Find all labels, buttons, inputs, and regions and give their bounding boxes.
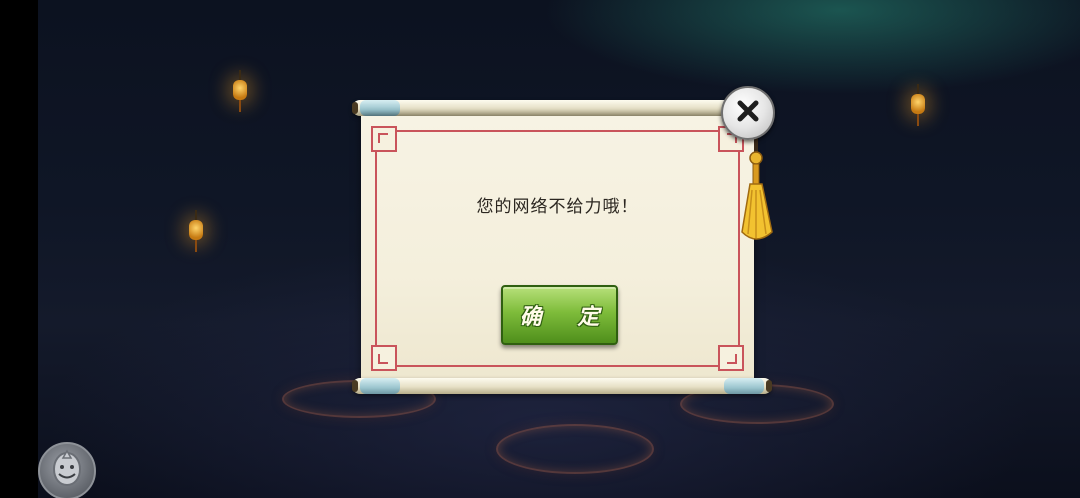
scroll-bottom-rod: [352, 378, 772, 394]
scroll-top-rod: [352, 100, 772, 116]
network-error-dialog: 您的网络不给力哦！ 确 定: [361, 116, 754, 381]
corner-ornament: [718, 345, 744, 371]
dialog-message: 您的网络不给力哦！: [476, 197, 639, 217]
mascot-avatar-button[interactable]: [38, 442, 96, 498]
left-safe-area: [0, 0, 38, 498]
game-screen: 您的网络不给力哦！ 确 定: [0, 0, 1080, 498]
confirm-button[interactable]: 确 定: [501, 285, 618, 345]
lantern-decoration: [911, 84, 925, 126]
close-icon: [735, 98, 761, 128]
corner-ornament: [371, 126, 397, 152]
close-button[interactable]: [721, 86, 775, 140]
lantern-decoration: [189, 210, 203, 252]
floor-magic-circle: [496, 424, 654, 474]
mascot-avatar-icon: [47, 449, 87, 493]
corner-ornament: [371, 345, 397, 371]
lantern-decoration: [233, 70, 247, 112]
tassel-icon: [738, 136, 776, 248]
